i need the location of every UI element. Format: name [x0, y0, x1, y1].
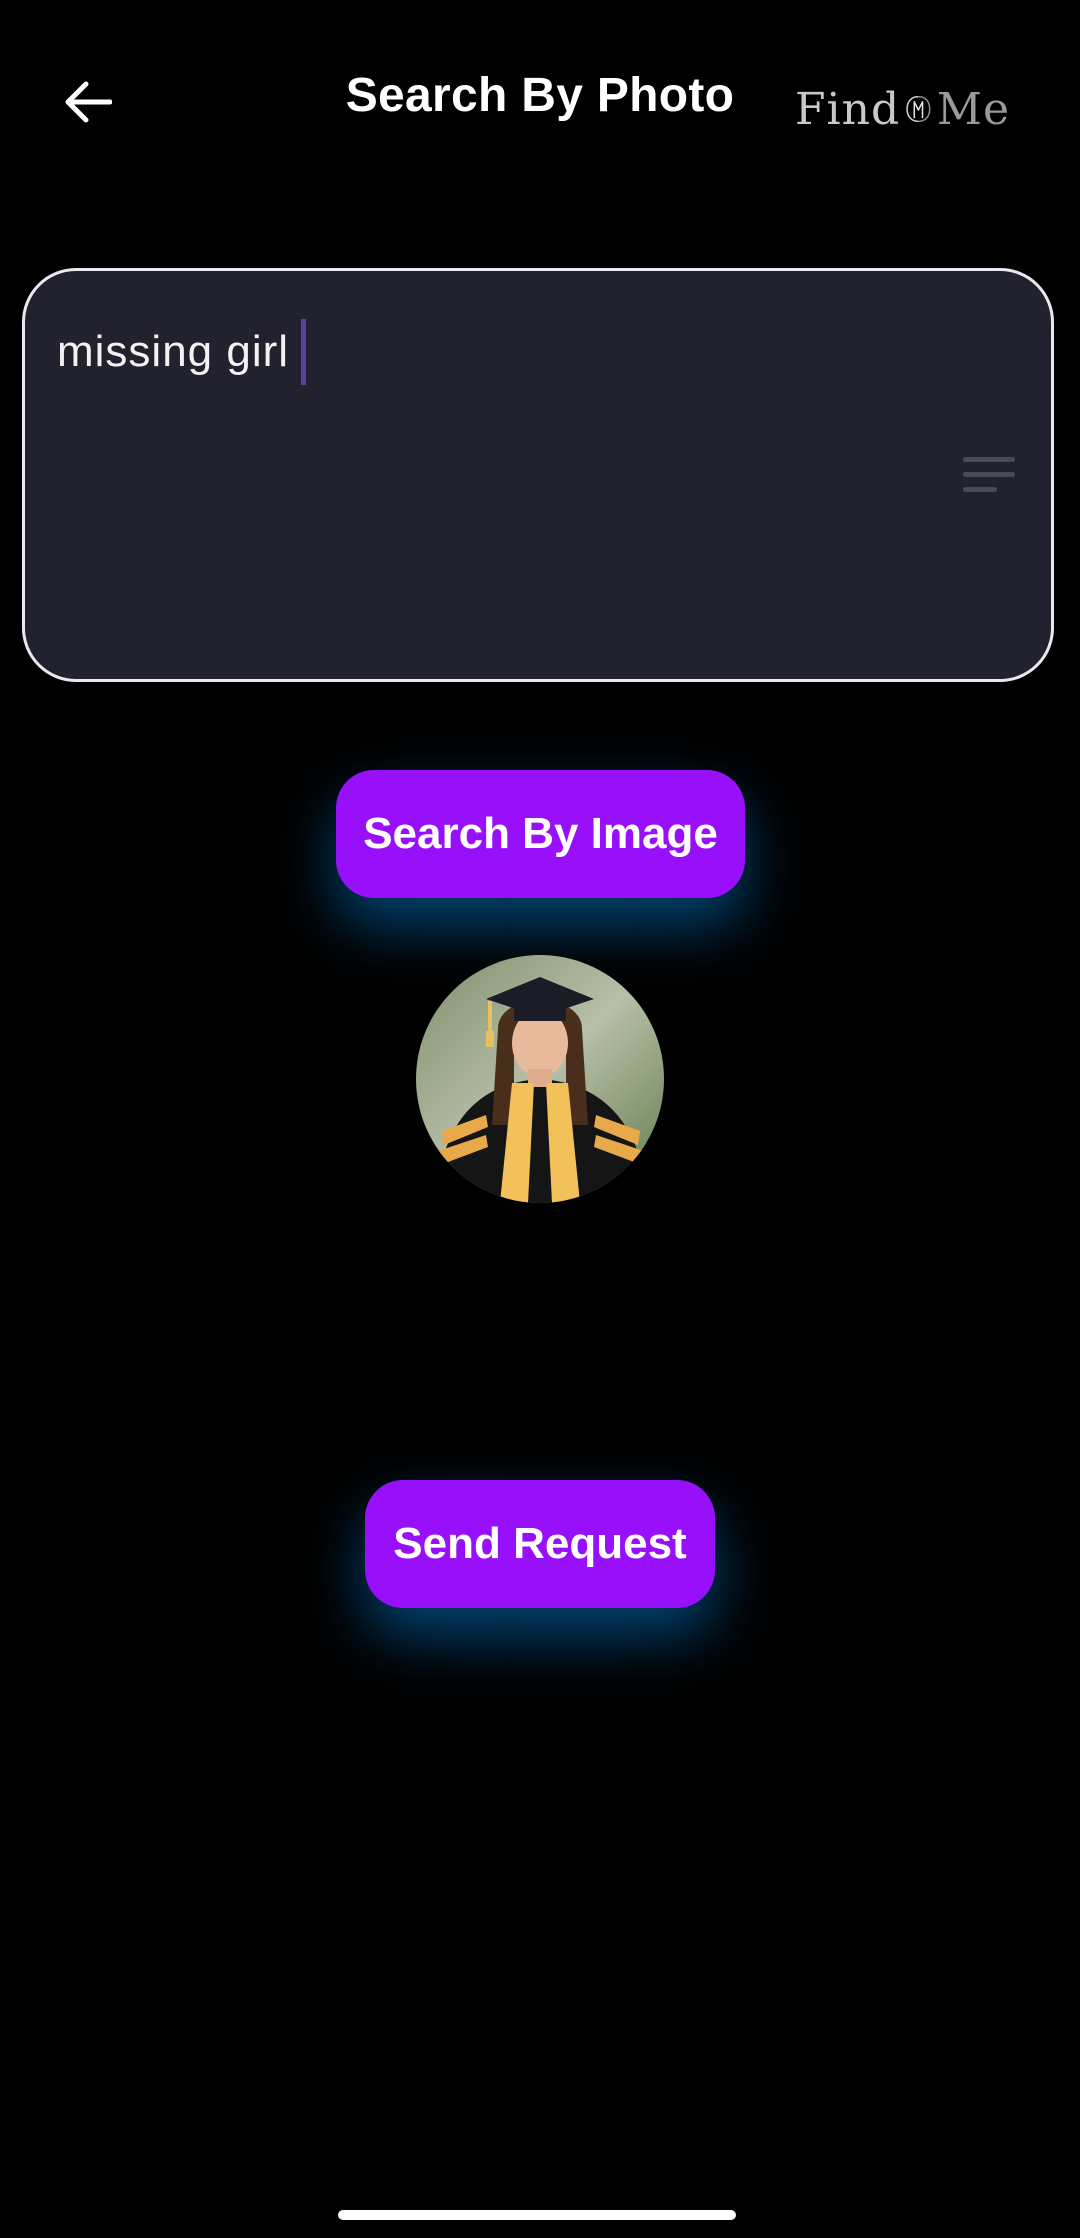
home-indicator[interactable] [338, 2210, 736, 2220]
search-description-field[interactable]: missing girl [22, 268, 1054, 682]
logo-text-left: Find [795, 83, 901, 135]
text-cursor [301, 319, 307, 385]
app-header: Search By Photo Find Me [0, 0, 1080, 210]
send-request-button[interactable]: Send Request [365, 1480, 715, 1608]
selected-photo-thumbnail[interactable] [416, 955, 664, 1203]
logo-text-right: Me [936, 83, 1010, 135]
search-text-wrapper: missing girl [57, 319, 307, 385]
graduate-photo-image [416, 955, 664, 1203]
search-input-value[interactable]: missing girl [57, 327, 289, 377]
app-logo: Find Me [795, 78, 1010, 140]
search-by-image-button[interactable]: Search By Image [336, 770, 745, 898]
logo-mark-icon [906, 95, 931, 123]
lines-icon [963, 457, 1015, 495]
